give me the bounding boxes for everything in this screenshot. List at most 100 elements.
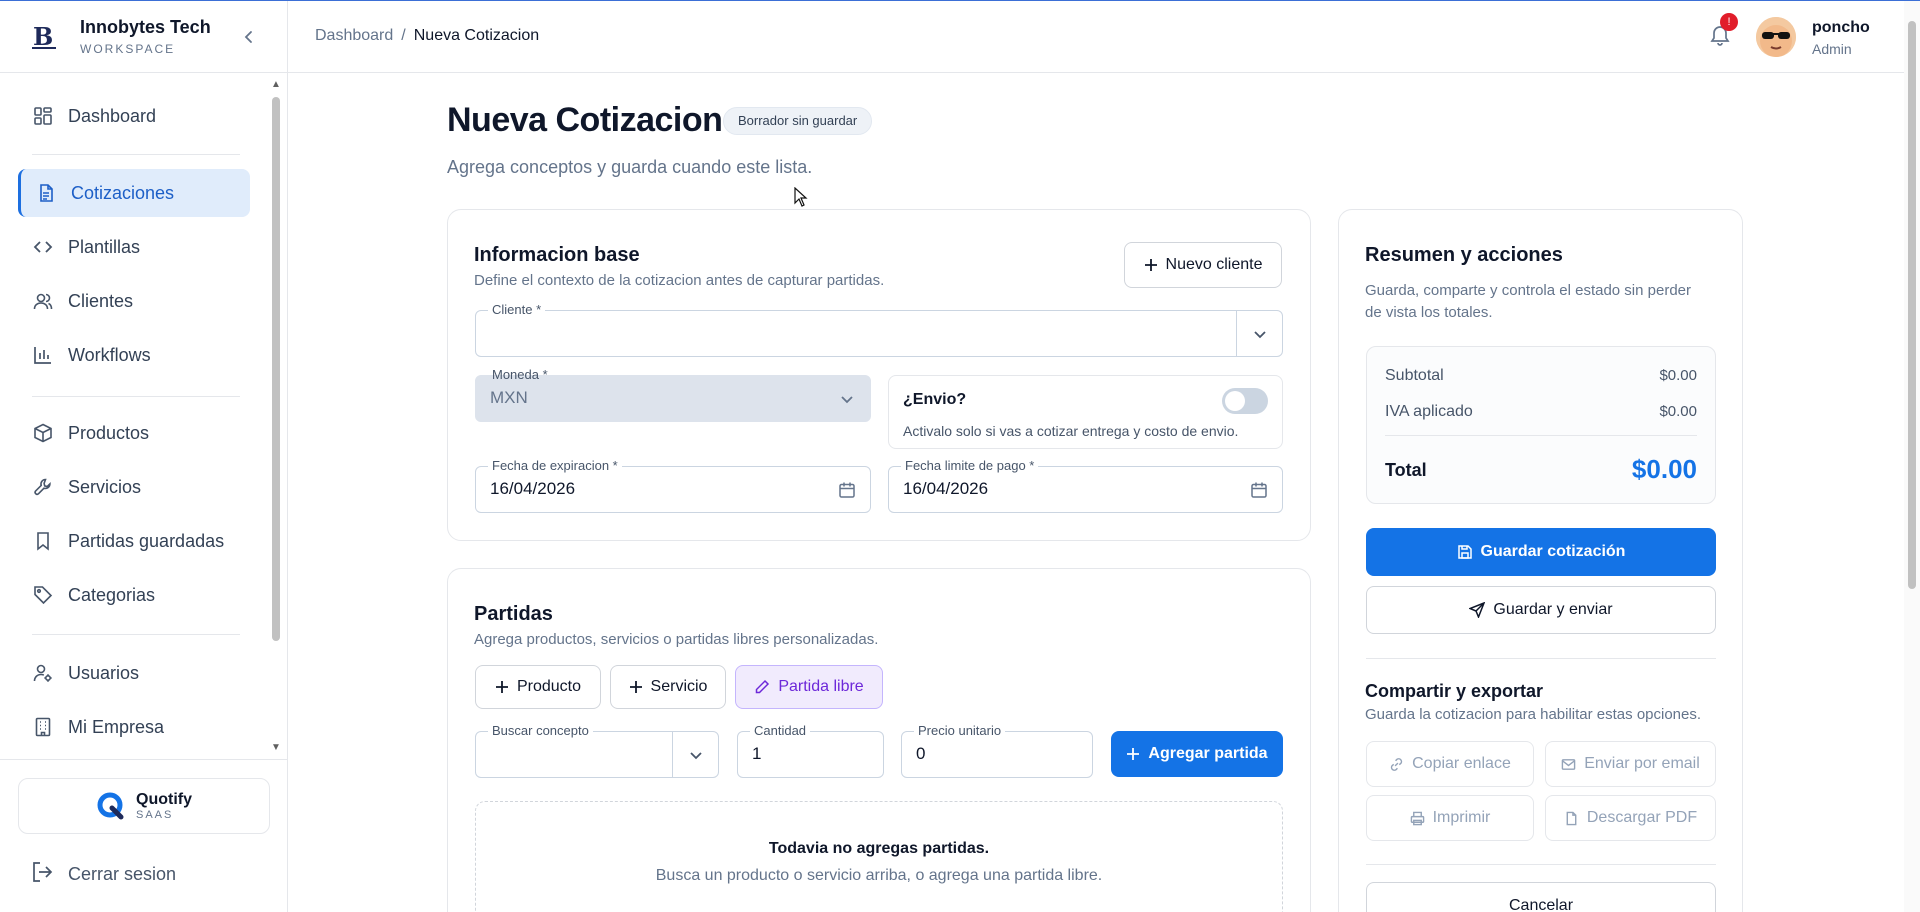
chevron-down-icon[interactable] [672, 732, 718, 777]
client-label: Cliente * [488, 302, 546, 318]
sidebar: B Innobytes Tech WORKSPACE Dashboard Cot… [0, 1, 288, 912]
page-scroll-thumb[interactable] [1908, 21, 1916, 589]
scroll-down-arrow-icon[interactable]: ▼ [270, 742, 282, 754]
shipping-help: Activalo solo si vas a cotizar entrega y… [903, 423, 1239, 439]
page-scrollbar[interactable] [1904, 1, 1920, 912]
scroll-thumb[interactable] [272, 97, 280, 641]
summary-subtitle: Guarda, comparte y controla el estado si… [1365, 280, 1691, 324]
unit-price-label: Precio unitario [914, 723, 1006, 739]
sidebar-item-plantillas[interactable]: Plantillas [18, 223, 250, 271]
breadcrumb: Dashboard / Nueva Cotizacion [315, 27, 539, 45]
share-subtitle: Guarda la cotizacion para habilitar esta… [1365, 706, 1702, 723]
chevron-down-icon [824, 376, 870, 421]
sidebar-item-partidas-guardadas[interactable]: Partidas guardadas [18, 517, 250, 565]
sidebar-item-label: Cotizaciones [71, 182, 175, 203]
base-info-title: Informacion base [474, 244, 640, 266]
currency-label: Moneda * [488, 367, 552, 383]
sidebar-item-dashboard[interactable]: Dashboard [18, 92, 250, 140]
sidebar-item-label: Dashboard [68, 105, 157, 126]
copy-link-label: Copiar enlace [1412, 755, 1511, 772]
building-icon [32, 716, 54, 738]
summary-title: Resumen y acciones [1365, 244, 1563, 266]
file-icon [1564, 811, 1579, 826]
empty-state: Todavia no agregas partidas. Busca un pr… [475, 801, 1283, 912]
sidebar-item-label: Clientes [68, 290, 134, 311]
brand-subtitle: WORKSPACE [80, 42, 176, 56]
sidebar-item-servicios[interactable]: Servicios [18, 463, 250, 511]
user-gear-icon [32, 662, 54, 684]
svg-text:B: B [33, 23, 53, 51]
plus-icon [495, 680, 509, 694]
quantity-label: Cantidad [750, 723, 811, 739]
cancel-button[interactable]: Cancelar [1366, 882, 1716, 912]
quantity-field[interactable]: Cantidad 1 [737, 723, 884, 778]
add-product-button[interactable]: Producto [475, 665, 601, 709]
client-select[interactable]: Cliente * [475, 302, 1283, 357]
scroll-up-arrow-icon[interactable]: ▲ [270, 79, 282, 91]
logout-label: Cerrar sesion [68, 864, 177, 884]
summary-subtitle-line-2: de vista los totales. [1365, 304, 1493, 321]
sidebar-item-label: Categorias [68, 584, 156, 605]
brand: B Innobytes Tech WORKSPACE [0, 1, 287, 73]
tax-value: $0.00 [1659, 403, 1697, 420]
sidebar-item-label: Partidas guardadas [68, 530, 225, 551]
sidebar-item-productos[interactable]: Productos [18, 409, 250, 457]
expiration-date-label: Fecha de expiracion * [488, 458, 622, 474]
expiration-date-field[interactable]: Fecha de expiracion * 16/04/2026 [475, 458, 871, 513]
add-service-button[interactable]: Servicio [610, 665, 726, 709]
sidebar-item-workflows[interactable]: Workflows [18, 331, 250, 379]
divider [32, 154, 240, 155]
avatar[interactable] [1756, 17, 1796, 57]
notification-badge: ! [1720, 13, 1738, 31]
total-label: Total [1385, 460, 1427, 480]
sidebar-item-label: Workflows [68, 344, 151, 365]
logout-button[interactable]: Cerrar sesion [30, 860, 176, 889]
calendar-icon[interactable] [1236, 467, 1282, 512]
collapse-sidebar-icon[interactable] [239, 27, 259, 47]
free-item-button[interactable]: Partida libre [735, 665, 883, 709]
mail-icon [1561, 757, 1576, 772]
send-email-button[interactable]: Enviar por email [1545, 741, 1716, 787]
breadcrumb-separator: / [401, 27, 406, 44]
unit-price-field[interactable]: Precio unitario 0 [901, 723, 1093, 778]
sidebar-item-label: Productos [68, 422, 150, 443]
link-icon [1389, 757, 1404, 772]
save-quote-button[interactable]: Guardar cotización [1366, 528, 1716, 576]
currency-select: Moneda * MXN [475, 367, 871, 422]
share-title: Compartir y exportar [1365, 681, 1544, 701]
divider [1385, 435, 1697, 436]
summary-card: Resumen y acciones Guarda, comparte y co… [1338, 209, 1743, 912]
product-card: Quotify SAAS [18, 778, 270, 834]
new-client-label: Nuevo cliente [1165, 256, 1263, 273]
summary-subtitle-line-1: Guarda, comparte y controla el estado si… [1365, 282, 1692, 299]
sidebar-item-usuarios[interactable]: Usuarios [18, 649, 250, 697]
sidebar-item-categorias[interactable]: Categorias [18, 571, 250, 619]
toggle-knob [1225, 391, 1245, 411]
search-concept-select[interactable]: Buscar concepto [475, 723, 719, 778]
user-role: Admin [1812, 41, 1852, 57]
sidebar-scrollbar[interactable]: ▲ ▼ [268, 79, 284, 754]
cancel-label: Cancelar [1508, 897, 1574, 912]
payment-due-date-field[interactable]: Fecha limite de pago * 16/04/2026 [888, 458, 1283, 513]
shipping-toggle[interactable] [1222, 388, 1268, 414]
sidebar-item-mi-empresa[interactable]: Mi Empresa [18, 703, 250, 749]
sidebar-item-cotizaciones[interactable]: Cotizaciones [18, 169, 250, 217]
product-name: Quotify [136, 791, 192, 808]
chevron-down-icon[interactable] [1236, 311, 1282, 356]
subtotal-label: Subtotal [1385, 367, 1444, 384]
tax-label: IVA aplicado [1385, 403, 1473, 420]
breadcrumb-dashboard-link[interactable]: Dashboard [315, 27, 393, 44]
download-pdf-button[interactable]: Descargar PDF [1545, 795, 1716, 841]
calendar-icon[interactable] [824, 467, 870, 512]
divider [1366, 658, 1716, 659]
add-item-button[interactable]: Agregar partida [1111, 731, 1283, 777]
items-title: Partidas [474, 603, 553, 625]
save-and-send-button[interactable]: Guardar y enviar [1366, 586, 1716, 634]
items-card: Partidas Agrega productos, servicios o p… [447, 568, 1311, 912]
copy-link-button[interactable]: Copiar enlace [1366, 741, 1534, 787]
add-product-label: Producto [516, 678, 582, 695]
unit-price-value: 0 [916, 744, 926, 763]
print-button[interactable]: Imprimir [1366, 795, 1534, 841]
sidebar-item-clientes[interactable]: Clientes [18, 277, 250, 325]
new-client-button[interactable]: Nuevo cliente [1124, 242, 1282, 288]
